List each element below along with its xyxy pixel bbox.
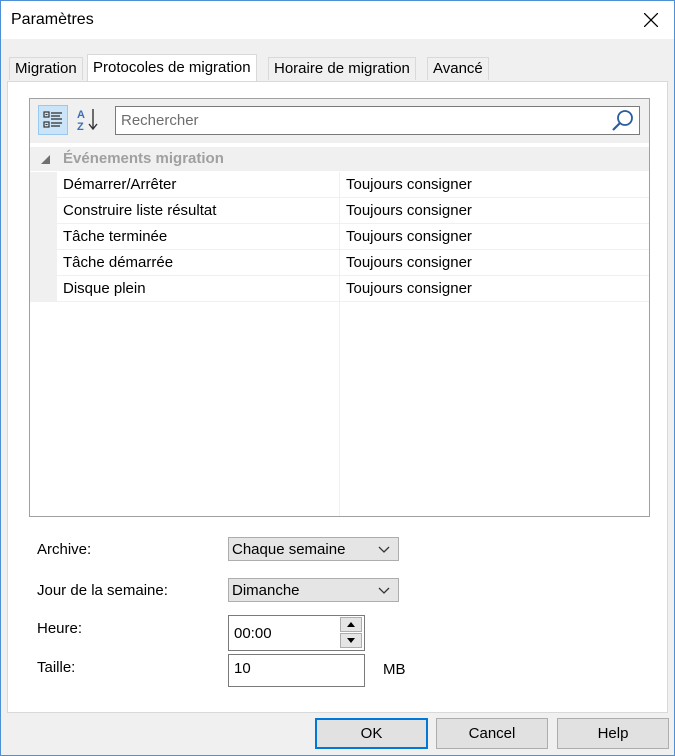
tab-migration-protocols[interactable]: Protocoles de migration [87, 54, 257, 81]
ok-button[interactable]: OK [315, 718, 428, 749]
time-label: Heure: [37, 620, 83, 637]
property-name: Construire liste résultat [63, 202, 217, 219]
column-divider [339, 172, 340, 516]
property-name: Tâche démarrée [63, 254, 174, 271]
property-name: Tâche terminée [63, 228, 168, 245]
size-value[interactable]: 10 [234, 660, 251, 677]
spin-up-button[interactable] [340, 617, 362, 632]
close-icon [644, 13, 658, 27]
category-row[interactable]: Événements migration [30, 147, 649, 171]
arrow-down-icon [347, 638, 355, 643]
tab-migration-schedule[interactable]: Horaire de migration [268, 57, 416, 80]
close-button[interactable] [634, 5, 668, 35]
svg-text:Z: Z [77, 121, 84, 133]
tab-panel: A Z Rechercher Événements migration Déma… [7, 81, 668, 713]
sort-alphabetical-icon: A Z [77, 109, 98, 133]
tab-migration[interactable]: Migration [9, 57, 83, 80]
tab-advanced[interactable]: Avancé [427, 57, 489, 80]
row-margin [30, 224, 57, 250]
categorized-view-button[interactable] [38, 105, 68, 135]
dialog-body: Migration Protocoles de migration Horair… [1, 39, 674, 755]
size-field[interactable]: 10 [228, 654, 365, 687]
row-margin [30, 172, 57, 198]
property-value[interactable]: Toujours consigner [346, 254, 472, 271]
settings-dialog: Paramètres Migration Protocoles de migra… [0, 0, 675, 756]
title-bar: Paramètres [1, 1, 674, 39]
property-name: Disque plein [63, 280, 146, 297]
property-grid: A Z Rechercher Événements migration Déma… [29, 98, 650, 517]
row-margin [30, 250, 57, 276]
svg-text:A: A [77, 109, 85, 121]
time-field[interactable]: 00:00 [228, 615, 365, 651]
arrow-up-icon [347, 622, 355, 627]
weekday-value: Dimanche [232, 582, 300, 599]
property-value[interactable]: Toujours consigner [346, 202, 472, 219]
search-icon[interactable] [611, 109, 635, 133]
row-divider [57, 301, 649, 302]
weekday-label: Jour de la semaine: [37, 582, 168, 599]
property-name: Démarrer/Arrêter [63, 176, 177, 193]
archive-label: Archive: [37, 541, 92, 558]
archive-value: Chaque semaine [232, 541, 346, 558]
category-label: Événements migration [63, 150, 224, 167]
row-margin [30, 276, 57, 302]
chevron-down-icon [378, 546, 390, 553]
archive-select[interactable]: Chaque semaine [228, 537, 399, 561]
collapse-triangle-icon[interactable] [41, 155, 51, 165]
property-value[interactable]: Toujours consigner [346, 176, 472, 193]
time-spinner [340, 617, 362, 649]
window-title: Paramètres [11, 11, 94, 28]
sort-alphabetical-button[interactable]: A Z [74, 105, 104, 135]
search-input[interactable] [121, 110, 601, 131]
cancel-button[interactable]: Cancel [436, 718, 548, 749]
property-value[interactable]: Toujours consigner [346, 228, 472, 245]
time-value[interactable]: 00:00 [234, 625, 272, 642]
spin-down-button[interactable] [340, 633, 362, 648]
search-field [115, 106, 640, 135]
property-value[interactable]: Toujours consigner [346, 280, 472, 297]
help-button[interactable]: Help [557, 718, 669, 749]
chevron-down-icon [378, 587, 390, 594]
categorized-view-icon [43, 111, 62, 128]
weekday-select[interactable]: Dimanche [228, 578, 399, 602]
size-unit: MB [383, 661, 406, 678]
property-grid-toolbar: A Z [30, 99, 649, 143]
size-label: Taille: [37, 659, 76, 676]
row-margin [30, 198, 57, 224]
